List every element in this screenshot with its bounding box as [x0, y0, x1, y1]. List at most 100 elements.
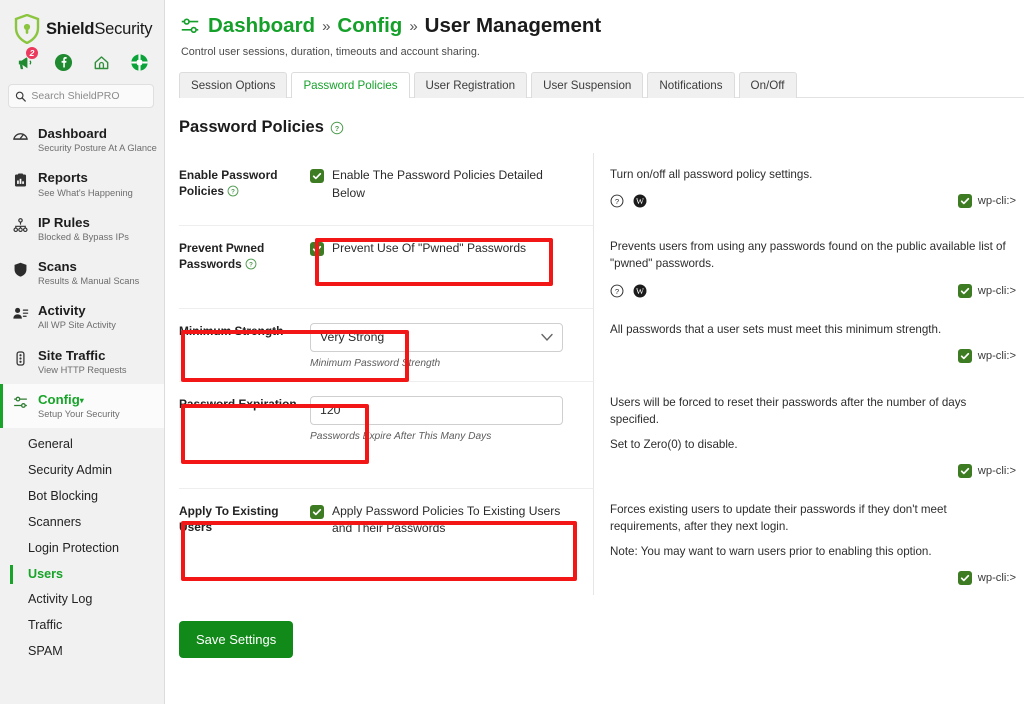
svg-text:W: W	[636, 198, 644, 207]
row-meta: wp-cli:>	[610, 349, 1016, 364]
meta-icons: ? W	[610, 284, 647, 298]
home-icon[interactable]	[92, 53, 111, 72]
sidebar-subitem-users[interactable]: Users	[0, 562, 164, 588]
checkbox-label: Prevent Use Of "Pwned" Passwords	[332, 241, 527, 255]
megaphone-icon[interactable]: 2	[16, 46, 39, 72]
sidebar-subitem-login-protection[interactable]: Login Protection	[0, 536, 164, 562]
sidebar-item-config[interactable]: Config▾ Setup Your Security	[0, 383, 164, 429]
wp-cli-indicator: wp-cli:>	[957, 194, 1016, 209]
sidebar-subitem-general[interactable]: General	[0, 432, 164, 458]
row-label: Prevent Pwned Passwords ?	[179, 225, 310, 308]
sidebar-subitem-traffic[interactable]: Traffic	[0, 613, 164, 639]
lifebuoy-icon[interactable]	[130, 53, 149, 72]
sidebar-item-reports[interactable]: Reports See What's Happening	[0, 162, 164, 206]
sidebar-item-subtitle: See What's Happening	[38, 187, 133, 198]
tab-onoff[interactable]: On/Off	[738, 72, 797, 98]
row-control: Passwords Expire After This Many Days	[310, 380, 594, 488]
description-text: Users will be forced to reset their pass…	[610, 395, 967, 427]
svg-text:?: ?	[615, 287, 619, 296]
sidebar-item-subtitle: Setup Your Security	[38, 409, 120, 420]
row-description: All passwords that a user sets must meet…	[594, 308, 1024, 381]
svg-text:?: ?	[615, 197, 619, 206]
description-text: Turn on/off all password policy settings…	[610, 168, 813, 181]
breadcrumb-config[interactable]: Config	[337, 14, 402, 38]
sidebar-item-ip-rules[interactable]: IP Rules Blocked & Bypass IPs	[0, 207, 164, 251]
chevron-down-icon: ▾	[79, 395, 84, 405]
help-icon[interactable]: ?	[245, 258, 257, 270]
brand-logo[interactable]: ShieldSecurity	[0, 0, 164, 44]
main-content: Dashboard » Config » User Management Con…	[165, 0, 1024, 704]
minimum-strength-select[interactable]: Very Strong	[310, 322, 563, 352]
section-title-text: Password Policies	[179, 118, 324, 136]
sidebar-subitem-bot-blocking[interactable]: Bot Blocking	[0, 484, 164, 510]
row-label: Enable Password Policies ?	[179, 153, 310, 225]
sidebar-item-title: Config▾	[38, 392, 120, 407]
setting-row-prevent-pwned-passwords: Prevent Pwned Passwords ? Prevent Use Of…	[165, 225, 1024, 308]
row-description: Forces existing users to update their pa…	[594, 488, 1024, 595]
row-label: Minimum Strength	[179, 307, 310, 381]
svg-text:?: ?	[249, 262, 253, 269]
sidebar-icon-row: 2	[0, 44, 164, 72]
gauge-icon	[12, 126, 30, 150]
wordpress-icon[interactable]: W	[633, 194, 647, 208]
app-window: ShieldSecurity 2 Search ShieldPRO Dashbo…	[0, 0, 1024, 704]
checkbox-checked-icon	[957, 463, 972, 478]
save-settings-button[interactable]: Save Settings	[179, 621, 294, 659]
control-hint: Minimum Password Strength	[310, 357, 441, 369]
wordpress-icon[interactable]: W	[633, 284, 647, 298]
tab-user-suspension[interactable]: User Suspension	[531, 72, 644, 98]
checkbox-checked-icon	[310, 504, 324, 519]
help-icon[interactable]: ?	[330, 121, 344, 135]
sidebar-item-site-traffic[interactable]: Site Traffic View HTTP Requests	[0, 340, 164, 384]
help-icon[interactable]: ?	[610, 194, 624, 208]
sliders-icon	[181, 18, 199, 33]
search-box[interactable]	[8, 84, 154, 108]
sidebar-item-subtitle: Results & Manual Scans	[38, 276, 140, 287]
wp-cli-indicator: wp-cli:>	[957, 463, 1016, 478]
password-expiration-input[interactable]	[310, 395, 563, 425]
tab-user-registration[interactable]: User Registration	[413, 72, 528, 98]
sidebar-subitem-security-admin[interactable]: Security Admin	[0, 458, 164, 484]
description-text: Prevents users from using any passwords …	[610, 240, 1006, 271]
sidebar-nav: Dashboard Security Posture At A Glance R…	[0, 118, 164, 665]
sitemap-icon	[12, 215, 30, 239]
sidebar-item-title: Scans	[38, 258, 77, 274]
help-icon[interactable]: ?	[227, 185, 239, 197]
tab-bar: Session Options Password Policies User R…	[179, 72, 1024, 98]
setting-row-password-expiration: Password Expiration Passwords Expire Aft…	[165, 380, 1024, 488]
facebook-icon[interactable]	[54, 53, 73, 72]
sidebar-subitem-activity-log[interactable]: Activity Log	[0, 587, 164, 613]
description-text: Forces existing users to update their pa…	[610, 502, 947, 534]
sidebar-item-dashboard[interactable]: Dashboard Security Posture At A Glance	[0, 118, 164, 162]
checkbox-label: Apply Password Policies To Existing User…	[332, 503, 561, 536]
tab-session-options[interactable]: Session Options	[179, 72, 288, 98]
sidebar-config-label: Config	[38, 391, 80, 407]
checkbox-prevent-pwned-passwords[interactable]: Prevent Use Of "Pwned" Passwords	[310, 240, 577, 258]
row-description: Users will be forced to reset their pass…	[594, 381, 1024, 488]
tab-password-policies[interactable]: Password Policies	[291, 72, 410, 98]
tab-notifications[interactable]: Notifications	[647, 72, 735, 98]
sidebar-item-activity[interactable]: Activity All WP Site Activity	[0, 295, 164, 339]
row-meta: wp-cli:>	[610, 571, 1016, 586]
breadcrumb-separator: »	[409, 17, 418, 35]
help-icon[interactable]: ?	[610, 284, 624, 298]
sidebar-subitem-spam[interactable]: SPAM	[0, 639, 164, 665]
wp-cli-label: wp-cli:>	[977, 350, 1016, 363]
checkbox-apply-to-existing-users[interactable]: Apply Password Policies To Existing User…	[310, 503, 577, 538]
setting-row-minimum-strength: Minimum Strength Very Strong Minimum Pas…	[165, 307, 1024, 381]
shield-logo-icon	[14, 14, 40, 44]
brand-light: Security	[94, 19, 153, 38]
breadcrumb-dashboard[interactable]: Dashboard	[208, 14, 315, 38]
sidebar-item-scans[interactable]: Scans Results & Manual Scans	[0, 251, 164, 295]
sidebar-subnav: General Security Admin Bot Blocking Scan…	[0, 428, 164, 665]
sidebar-item-subtitle: Security Posture At A Glance	[38, 143, 157, 154]
breadcrumb-separator: »	[322, 17, 331, 35]
wp-cli-label: wp-cli:>	[977, 195, 1016, 208]
search-input[interactable]	[31, 90, 147, 102]
sliders-icon	[12, 392, 30, 416]
row-label: Password Expiration	[179, 380, 310, 488]
sidebar-subitem-scanners[interactable]: Scanners	[0, 510, 164, 536]
sidebar-item-title: IP Rules	[38, 214, 90, 230]
checkbox-enable-password-policies[interactable]: Enable The Password Policies Detailed Be…	[310, 167, 577, 202]
sidebar: ShieldSecurity 2 Search ShieldPRO Dashbo…	[0, 0, 165, 704]
